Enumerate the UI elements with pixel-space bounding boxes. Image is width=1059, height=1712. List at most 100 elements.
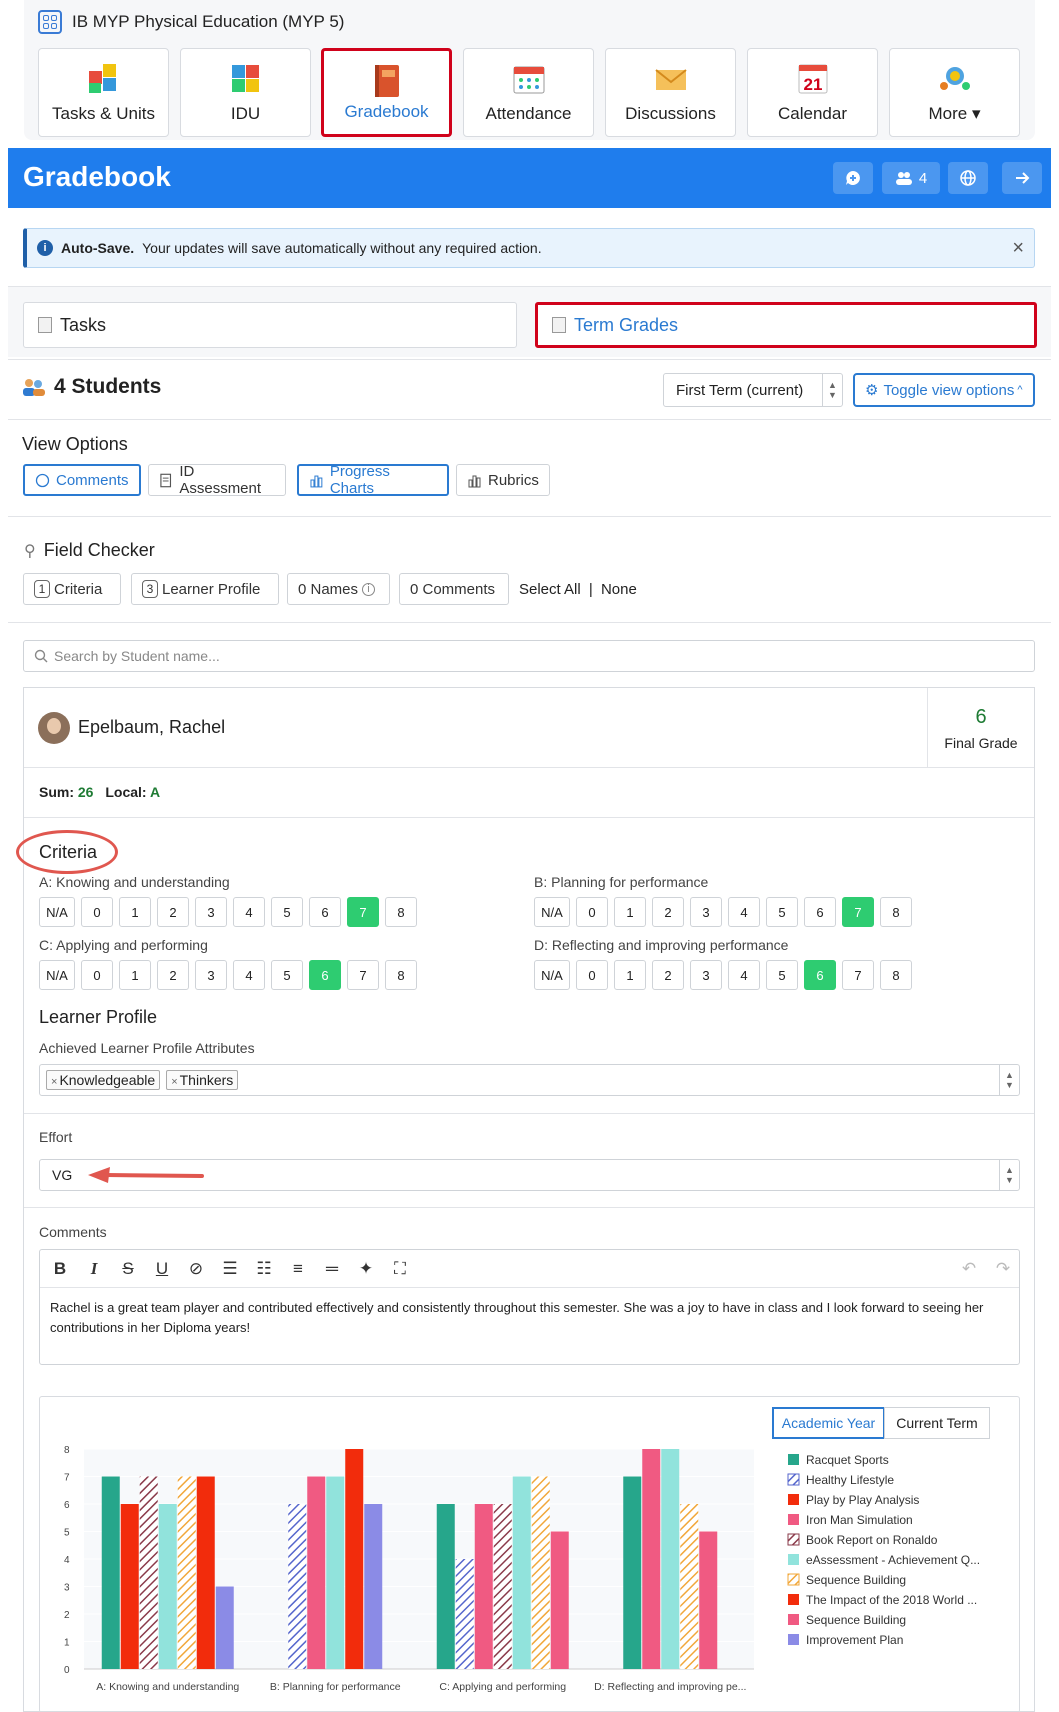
bar bbox=[680, 1504, 699, 1669]
nav-attendance[interactable]: Attendance bbox=[463, 48, 594, 137]
term-select-value: First Term (current) bbox=[676, 381, 804, 399]
progress-charts-option-button[interactable]: Progress Charts bbox=[297, 463, 449, 497]
nav-idu[interactable]: IDU bbox=[180, 48, 311, 137]
score-button-8[interactable]: 8 bbox=[385, 960, 417, 990]
score-button-na[interactable]: N/A bbox=[534, 897, 570, 927]
score-button-2[interactable]: 2 bbox=[157, 897, 189, 927]
gradebook-book-icon bbox=[374, 65, 399, 97]
score-button-1[interactable]: 1 bbox=[119, 960, 151, 990]
nav-tasks-units[interactable]: Tasks & Units bbox=[38, 48, 169, 137]
score-button-7[interactable]: 7 bbox=[347, 897, 379, 927]
criterion-c-scores: N/A 0 1 2 3 4 5 6 7 8 bbox=[39, 960, 417, 990]
score-button-1[interactable]: 1 bbox=[614, 897, 646, 927]
learner-profile-check-button[interactable]: 3 Learner Profile bbox=[131, 573, 279, 605]
nav-more[interactable]: More ▾ bbox=[889, 48, 1020, 137]
forward-button[interactable] bbox=[1002, 162, 1042, 194]
italic-icon[interactable]: I bbox=[84, 1259, 104, 1279]
id-assessment-option-button[interactable]: ID Assessment bbox=[148, 463, 286, 497]
students-heading: 4 Students bbox=[22, 375, 161, 399]
course-title[interactable]: IB MYP Physical Education (MYP 5) bbox=[38, 10, 344, 34]
comments-editor[interactable]: B I S U ⊘ ☰ ☷ ≡ ═ ✦ ⛶ ↶ ↷ Rachel is a gr… bbox=[39, 1249, 1020, 1365]
score-button-3[interactable]: 3 bbox=[690, 960, 722, 990]
score-button-2[interactable]: 2 bbox=[157, 960, 189, 990]
bullet-list-icon[interactable]: ☰ bbox=[220, 1259, 240, 1279]
criteria-check-button[interactable]: 1 Criteria bbox=[23, 573, 121, 605]
score-button-4[interactable]: 4 bbox=[728, 960, 760, 990]
score-button-8[interactable]: 8 bbox=[880, 897, 912, 927]
score-button-1[interactable]: 1 bbox=[119, 897, 151, 927]
divider bbox=[8, 419, 1051, 420]
learner-profile-select[interactable]: × Knowledgeable × Thinkers ▲ ▼ bbox=[39, 1064, 1020, 1096]
fullscreen-icon[interactable]: ⛶ bbox=[390, 1259, 410, 1279]
chat-button[interactable] bbox=[833, 162, 873, 194]
horizontal-rule-icon[interactable]: ═ bbox=[322, 1259, 342, 1279]
names-check-button[interactable]: 0 Names i bbox=[287, 573, 390, 605]
remove-icon[interactable]: × bbox=[51, 1076, 57, 1088]
legend-swatch bbox=[787, 1573, 800, 1586]
members-button[interactable]: 4 bbox=[882, 162, 940, 194]
score-button-na[interactable]: N/A bbox=[534, 960, 570, 990]
score-button-4[interactable]: 4 bbox=[233, 960, 265, 990]
legend-swatch bbox=[788, 1634, 799, 1645]
legend-label: Play by Play Analysis bbox=[806, 1493, 919, 1507]
rubrics-option-button[interactable]: Rubrics bbox=[456, 464, 550, 496]
comments-text[interactable]: Rachel is a great team player and contri… bbox=[40, 1288, 1019, 1348]
redo-icon[interactable]: ↷ bbox=[993, 1259, 1013, 1279]
score-button-7[interactable]: 7 bbox=[347, 960, 379, 990]
link-icon[interactable]: ⊘ bbox=[186, 1259, 206, 1279]
gear-icon: ⚙ bbox=[865, 382, 879, 399]
tab-term-grades[interactable]: Term Grades bbox=[535, 302, 1037, 348]
score-button-0[interactable]: 0 bbox=[576, 897, 608, 927]
score-button-4[interactable]: 4 bbox=[233, 897, 265, 927]
tab-tasks[interactable]: Tasks bbox=[23, 302, 517, 348]
score-button-6[interactable]: 6 bbox=[309, 960, 341, 990]
score-button-6[interactable]: 6 bbox=[804, 897, 836, 927]
score-button-0[interactable]: 0 bbox=[81, 960, 113, 990]
score-button-3[interactable]: 3 bbox=[195, 897, 227, 927]
close-icon[interactable]: × bbox=[1012, 237, 1024, 260]
lp-chip[interactable]: × Thinkers bbox=[166, 1070, 239, 1090]
score-button-4[interactable]: 4 bbox=[728, 897, 760, 927]
align-icon[interactable]: ≡ bbox=[288, 1259, 308, 1279]
score-button-7[interactable]: 7 bbox=[842, 897, 874, 927]
score-button-2[interactable]: 2 bbox=[652, 897, 684, 927]
score-button-6[interactable]: 6 bbox=[804, 960, 836, 990]
score-button-na[interactable]: N/A bbox=[39, 897, 75, 927]
score-button-5[interactable]: 5 bbox=[766, 960, 798, 990]
score-button-5[interactable]: 5 bbox=[766, 897, 798, 927]
score-button-8[interactable]: 8 bbox=[880, 960, 912, 990]
lp-chip[interactable]: × Knowledgeable bbox=[46, 1070, 161, 1090]
globe-button[interactable] bbox=[948, 162, 988, 194]
score-button-5[interactable]: 5 bbox=[271, 960, 303, 990]
score-button-6[interactable]: 6 bbox=[309, 897, 341, 927]
score-button-1[interactable]: 1 bbox=[614, 960, 646, 990]
bar bbox=[288, 1504, 307, 1669]
comments-option-button[interactable]: Comments bbox=[23, 464, 141, 496]
numbered-list-icon[interactable]: ☷ bbox=[254, 1259, 274, 1279]
strikethrough-icon[interactable]: S bbox=[118, 1259, 138, 1279]
score-button-0[interactable]: 0 bbox=[576, 960, 608, 990]
comments-check-button[interactable]: 0 Comments bbox=[399, 573, 509, 605]
toggle-view-options-button[interactable]: ⚙ Toggle view options ^ bbox=[853, 373, 1035, 407]
score-button-7[interactable]: 7 bbox=[842, 960, 874, 990]
score-button-3[interactable]: 3 bbox=[195, 960, 227, 990]
divider bbox=[8, 516, 1051, 517]
format-icon[interactable]: ✦ bbox=[356, 1259, 376, 1279]
score-button-0[interactable]: 0 bbox=[81, 897, 113, 927]
bold-icon[interactable]: B bbox=[50, 1259, 70, 1279]
select-none-link[interactable]: None bbox=[601, 581, 637, 598]
remove-icon[interactable]: × bbox=[171, 1076, 177, 1088]
underline-icon[interactable]: U bbox=[152, 1259, 172, 1279]
nav-discussions[interactable]: Discussions bbox=[605, 48, 736, 137]
score-button-2[interactable]: 2 bbox=[652, 960, 684, 990]
score-button-5[interactable]: 5 bbox=[271, 897, 303, 927]
score-button-8[interactable]: 8 bbox=[385, 897, 417, 927]
nav-gradebook[interactable]: Gradebook bbox=[321, 48, 452, 137]
select-all-link[interactable]: Select All bbox=[519, 581, 581, 598]
term-select[interactable]: First Term (current) ▲ ▼ bbox=[663, 373, 843, 407]
undo-icon[interactable]: ↶ bbox=[959, 1259, 979, 1279]
score-button-3[interactable]: 3 bbox=[690, 897, 722, 927]
nav-calendar[interactable]: 21 Calendar bbox=[747, 48, 878, 137]
student-search-input[interactable]: Search by Student name... bbox=[23, 640, 1035, 672]
score-button-na[interactable]: N/A bbox=[39, 960, 75, 990]
